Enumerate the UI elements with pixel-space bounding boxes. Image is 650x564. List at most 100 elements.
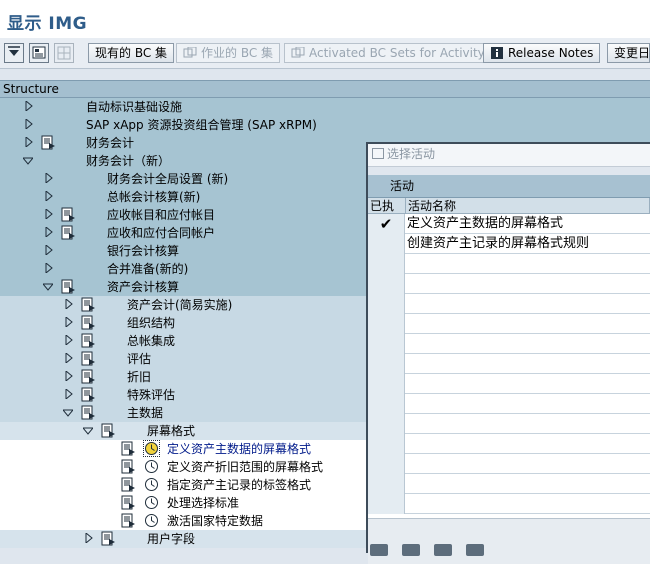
collapse-icon[interactable]	[63, 409, 73, 417]
expand-icon[interactable]	[65, 389, 73, 399]
table-row-empty	[368, 294, 650, 314]
tree-node-label: 组织结构	[127, 316, 176, 330]
dialog-title: 选择活动	[387, 147, 436, 161]
tree-node-label: 屏幕格式	[147, 424, 196, 438]
document-icon[interactable]	[120, 513, 136, 528]
document-icon[interactable]	[80, 351, 96, 366]
tree-node-label: 应收帐目和应付帐目	[107, 208, 216, 222]
table-row[interactable]: ✔ 定义资产主数据的屏幕格式	[368, 214, 650, 234]
document-icon[interactable]	[80, 333, 96, 348]
expand-icon[interactable]	[45, 245, 53, 255]
document-icon[interactable]	[80, 387, 96, 402]
document-icon[interactable]	[80, 405, 96, 420]
table-row-empty	[368, 394, 650, 414]
tree-node-label: 财务会计（新）	[86, 154, 171, 168]
document-icon[interactable]	[120, 477, 136, 492]
collapse-icon[interactable]	[83, 427, 93, 435]
tree-node-label: 应收和应付合同帐户	[107, 226, 216, 240]
document-icon[interactable]	[120, 459, 136, 474]
document-icon[interactable]	[60, 225, 76, 240]
table-row-empty	[368, 334, 650, 354]
document-icon[interactable]	[80, 297, 96, 312]
tree-node-label: 合并准备(新的)	[107, 262, 189, 276]
activity-name-cell: 定义资产主数据的屏幕格式	[407, 216, 564, 231]
confirm-icon[interactable]	[370, 544, 388, 556]
expand-icon[interactable]	[65, 353, 73, 363]
tree-node-label: 特殊评估	[127, 388, 176, 402]
expand-icon[interactable]	[45, 173, 53, 183]
help-icon[interactable]	[466, 544, 484, 556]
document-icon[interactable]	[100, 423, 116, 438]
release-notes-label: Release Notes	[508, 46, 594, 60]
clock-activity-icon[interactable]	[144, 459, 159, 474]
expand-icon[interactable]	[45, 263, 53, 273]
clock-activity-icon[interactable]	[144, 495, 159, 510]
expand-icon[interactable]	[65, 371, 73, 381]
table-row-empty	[368, 354, 650, 374]
done-cell	[368, 234, 405, 254]
release-notes-button[interactable]: Release Notes	[483, 43, 601, 63]
info-icon	[490, 46, 504, 59]
expand-icon[interactable]	[65, 299, 73, 309]
title-bar: 显示 IMG	[0, 0, 650, 39]
dialog-title-bar: 选择活动	[368, 144, 650, 167]
document-icon[interactable]	[100, 531, 116, 546]
table-row-empty	[368, 494, 650, 514]
expand-icon[interactable]	[65, 317, 73, 327]
expand-icon[interactable]	[25, 137, 33, 147]
column-header-activity-name[interactable]: 活动名称	[406, 198, 650, 214]
expand-icon[interactable]	[45, 191, 53, 201]
table-row-empty	[368, 374, 650, 394]
select-icon[interactable]	[4, 43, 24, 63]
activity-bc-sets-label: 作业的 BC 集	[201, 46, 274, 60]
document-icon[interactable]	[60, 207, 76, 222]
tree-node-label: 总帐集成	[127, 334, 176, 348]
document-icon[interactable]	[60, 279, 76, 294]
column-header-done[interactable]: 已执	[368, 198, 406, 214]
tree-node-label: 财务会计全局设置 (新)	[107, 172, 229, 186]
clock-activity-icon[interactable]	[144, 477, 159, 492]
tree-node-label: 处理选择标准	[167, 496, 240, 510]
table-row-empty	[368, 434, 650, 454]
table-row-empty	[368, 314, 650, 334]
expand-icon[interactable]	[25, 119, 33, 129]
document-icon[interactable]	[120, 495, 136, 510]
activity-bc-sets-button: 作业的 BC 集	[176, 43, 281, 63]
clock-activity-icon[interactable]	[143, 440, 160, 457]
expand-icon[interactable]	[45, 227, 53, 237]
document-icon[interactable]	[40, 135, 56, 150]
table-row-empty	[368, 414, 650, 434]
table-row-empty	[368, 274, 650, 294]
select-activity-dialog: 选择活动 活动 已执 活动名称 ✔ 定义资产主数据的屏幕格式 创建资产主记录的屏…	[366, 142, 650, 564]
expand-icon[interactable]	[25, 101, 33, 111]
expand-icon[interactable]	[65, 335, 73, 345]
tree-node-label: 用户字段	[147, 532, 196, 546]
search-icon[interactable]	[402, 544, 420, 556]
collapse-icon[interactable]	[23, 157, 33, 165]
change-log-button[interactable]: 变更日	[607, 43, 650, 63]
bc-set-icon	[291, 46, 305, 58]
clock-activity-icon[interactable]	[144, 513, 159, 528]
activated-bc-sets-button: Activated BC Sets for Activity	[284, 43, 492, 63]
document-icon[interactable]	[80, 315, 96, 330]
dialog-footer	[368, 518, 650, 564]
collapse-icon[interactable]	[43, 283, 53, 291]
tree-node-label: 评估	[127, 352, 152, 366]
document-icon[interactable]	[80, 369, 96, 384]
tree-node[interactable]: SAP xApp 资源投资组合管理 (SAP xRPM)	[0, 116, 650, 134]
structure-header: Structure	[0, 80, 650, 98]
tree-node-label: 总帐会计核算(新)	[107, 190, 201, 204]
tree-node-label: 主数据	[127, 406, 164, 420]
expand-icon[interactable]	[45, 209, 53, 219]
document-icon[interactable]	[120, 441, 136, 456]
expand-icon[interactable]	[85, 533, 93, 543]
table-row[interactable]: 创建资产主记录的屏幕格式规则	[368, 234, 650, 254]
dialog-button-bar	[370, 544, 650, 556]
details-icon[interactable]	[434, 544, 452, 556]
disabled-grid-icon	[54, 43, 74, 63]
tree-node[interactable]: 自动标识基础设施	[0, 98, 650, 116]
screen-icon[interactable]	[29, 43, 49, 63]
existing-bc-sets-button[interactable]: 现有的 BC 集	[88, 43, 175, 63]
tree-node-label: 指定资产主记录的标签格式	[167, 478, 312, 492]
table-row-empty	[368, 474, 650, 494]
